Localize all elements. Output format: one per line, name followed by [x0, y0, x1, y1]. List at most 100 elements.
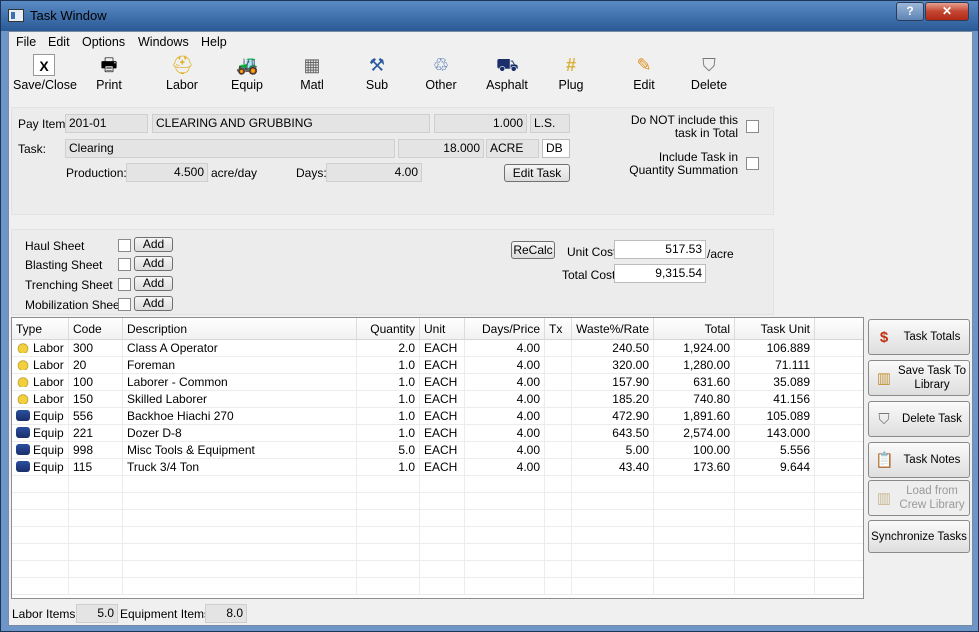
- haul-sheet-checkbox[interactable]: [118, 239, 131, 252]
- col-waste-rate[interactable]: Waste%/Rate: [572, 318, 654, 340]
- exclude-total-checkbox[interactable]: [746, 120, 759, 133]
- table-row[interactable]: Equip 115 Truck 3/4 Ton 1.0 EACH 4.00 43.40 173…: [12, 459, 863, 476]
- menu-options[interactable]: Options: [82, 35, 125, 49]
- cell-tx: [545, 340, 572, 357]
- trenching-sheet-add-button[interactable]: Add: [134, 276, 173, 291]
- cell-desc: Dozer D-8: [123, 425, 357, 442]
- cell-days: [465, 561, 545, 578]
- cell-qty: 1.0: [357, 374, 420, 391]
- cell-qty: [357, 493, 420, 510]
- asphalt-button[interactable]: ⛟ Asphalt: [484, 54, 530, 92]
- col-description[interactable]: Description: [123, 318, 357, 340]
- table-row[interactable]: Labor 150 Skilled Laborer 1.0 EACH 4.00 185.20…: [12, 391, 863, 408]
- menu-file[interactable]: File: [16, 35, 36, 49]
- save-close-button[interactable]: X Save/Close: [13, 54, 77, 92]
- cell-total: 1,924.00: [654, 340, 735, 357]
- save-task-to-library-button[interactable]: ▥ Save Task To Library: [868, 360, 970, 396]
- unit-cost-label: Unit Cost:: [567, 245, 620, 259]
- recalc-button[interactable]: ReCalc: [511, 241, 555, 259]
- include-quantity-checkbox[interactable]: [746, 157, 759, 170]
- task-items-grid[interactable]: Type Code Description Quantity Unit Days…: [11, 317, 864, 599]
- equip-button[interactable]: 🚜 Equip: [226, 54, 268, 92]
- table-row[interactable]: Equip 556 Backhoe Hiachi 270 1.0 EACH 4.00 472…: [12, 408, 863, 425]
- cell-tx: [545, 391, 572, 408]
- menu-edit[interactable]: Edit: [48, 35, 70, 49]
- menu-help[interactable]: Help: [201, 35, 227, 49]
- cell-unit: EACH: [420, 408, 465, 425]
- cell-unit: [420, 578, 465, 595]
- table-row[interactable]: Equip 221 Dozer D-8 1.0 EACH 4.00 643.50 2,574.…: [12, 425, 863, 442]
- cell-task-unit: 5.556: [735, 442, 815, 459]
- table-row[interactable]: Equip 998 Misc Tools & Equipment 5.0 EACH 4.0…: [12, 442, 863, 459]
- mobilization-sheet-add-button[interactable]: Add: [134, 296, 173, 311]
- table-row[interactable]: [12, 510, 863, 527]
- cell-task-unit: 143.000: [735, 425, 815, 442]
- pay-item-description: CLEARING AND GRUBBING: [152, 114, 430, 133]
- blasting-sheet-checkbox[interactable]: [118, 258, 131, 271]
- trenching-sheet-label: Trenching Sheet: [25, 278, 113, 292]
- blasting-sheet-add-button[interactable]: Add: [134, 256, 173, 271]
- title-bar[interactable]: Task Window ? ✕: [1, 1, 978, 31]
- col-total[interactable]: Total: [654, 318, 735, 340]
- cell-total: 173.60: [654, 459, 735, 476]
- cell-desc: Class A Operator: [123, 340, 357, 357]
- table-row[interactable]: [12, 493, 863, 510]
- pencil-icon: ✎: [636, 55, 652, 75]
- matl-button[interactable]: ▦ Matl: [294, 54, 330, 92]
- edit-label: Edit: [633, 78, 655, 92]
- row-type-text: Labor: [33, 358, 64, 372]
- table-row[interactable]: Labor 300 Class A Operator 2.0 EACH 4.00 240.5…: [12, 340, 863, 357]
- cell-days: [465, 510, 545, 527]
- cell-unit: [420, 561, 465, 578]
- other-button[interactable]: ♲ Other: [423, 54, 459, 92]
- cell-unit: EACH: [420, 391, 465, 408]
- table-row[interactable]: [12, 561, 863, 578]
- print-button[interactable]: 🖶 Print: [89, 54, 129, 92]
- cell-task-unit: 41.156: [735, 391, 815, 408]
- col-quantity[interactable]: Quantity: [357, 318, 420, 340]
- table-row[interactable]: Labor 20 Foreman 1.0 EACH 4.00 320.00 1,280.00 7…: [12, 357, 863, 374]
- col-task-unit[interactable]: Task Unit: [735, 318, 815, 340]
- edit-button[interactable]: ✎ Edit: [629, 54, 659, 92]
- table-row[interactable]: [12, 578, 863, 595]
- synchronize-tasks-button[interactable]: Synchronize Tasks: [868, 520, 970, 553]
- cell-unit: EACH: [420, 357, 465, 374]
- equip-label: Equip: [231, 78, 263, 92]
- labor-button[interactable]: ⛑ Labor: [160, 54, 204, 92]
- close-button[interactable]: ✕: [925, 2, 969, 21]
- cell-rate: 5.00: [572, 442, 654, 459]
- sub-button[interactable]: ⚒ Sub: [360, 54, 394, 92]
- load-from-crew-library-button[interactable]: ▥ Load from Crew Library: [868, 480, 970, 516]
- plug-button[interactable]: # Plug: [556, 54, 586, 92]
- menu-windows[interactable]: Windows: [138, 35, 189, 49]
- delete-task-button[interactable]: ⛉ Delete Task: [868, 401, 970, 437]
- table-row[interactable]: Labor 100 Laborer - Common 1.0 EACH 4.00 157.9…: [12, 374, 863, 391]
- menu-bar: File Edit Options Windows Help: [9, 32, 972, 52]
- cell-task-unit: [735, 578, 815, 595]
- hardhat-icon: [16, 376, 30, 387]
- col-code[interactable]: Code: [69, 318, 123, 340]
- table-row[interactable]: [12, 544, 863, 561]
- task-totals-button[interactable]: $ Task Totals: [868, 319, 970, 355]
- table-row[interactable]: [12, 527, 863, 544]
- col-unit[interactable]: Unit: [420, 318, 465, 340]
- edit-task-button[interactable]: Edit Task: [504, 164, 570, 182]
- col-tx[interactable]: Tx: [545, 318, 572, 340]
- cell-days: 4.00: [465, 408, 545, 425]
- cell-qty: [357, 578, 420, 595]
- toolbar: X Save/Close 🖶 Print ⛑ Labor 🚜 Equip ▦ M…: [9, 52, 972, 104]
- table-row[interactable]: [12, 476, 863, 493]
- trenching-sheet-checkbox[interactable]: [118, 278, 131, 291]
- help-button[interactable]: ?: [896, 2, 924, 21]
- cell-code: [69, 578, 123, 595]
- task-code[interactable]: DB: [542, 139, 570, 158]
- task-notes-button[interactable]: 📋 Task Notes: [868, 442, 970, 478]
- delete-button[interactable]: ⛉ Delete: [688, 54, 730, 92]
- col-type[interactable]: Type: [12, 318, 69, 340]
- cell-rate: [572, 527, 654, 544]
- cell-days: 4.00: [465, 340, 545, 357]
- mobilization-sheet-checkbox[interactable]: [118, 298, 131, 311]
- haul-sheet-add-button[interactable]: Add: [134, 237, 173, 252]
- col-days-price[interactable]: Days/Price: [465, 318, 545, 340]
- cell-qty: 1.0: [357, 391, 420, 408]
